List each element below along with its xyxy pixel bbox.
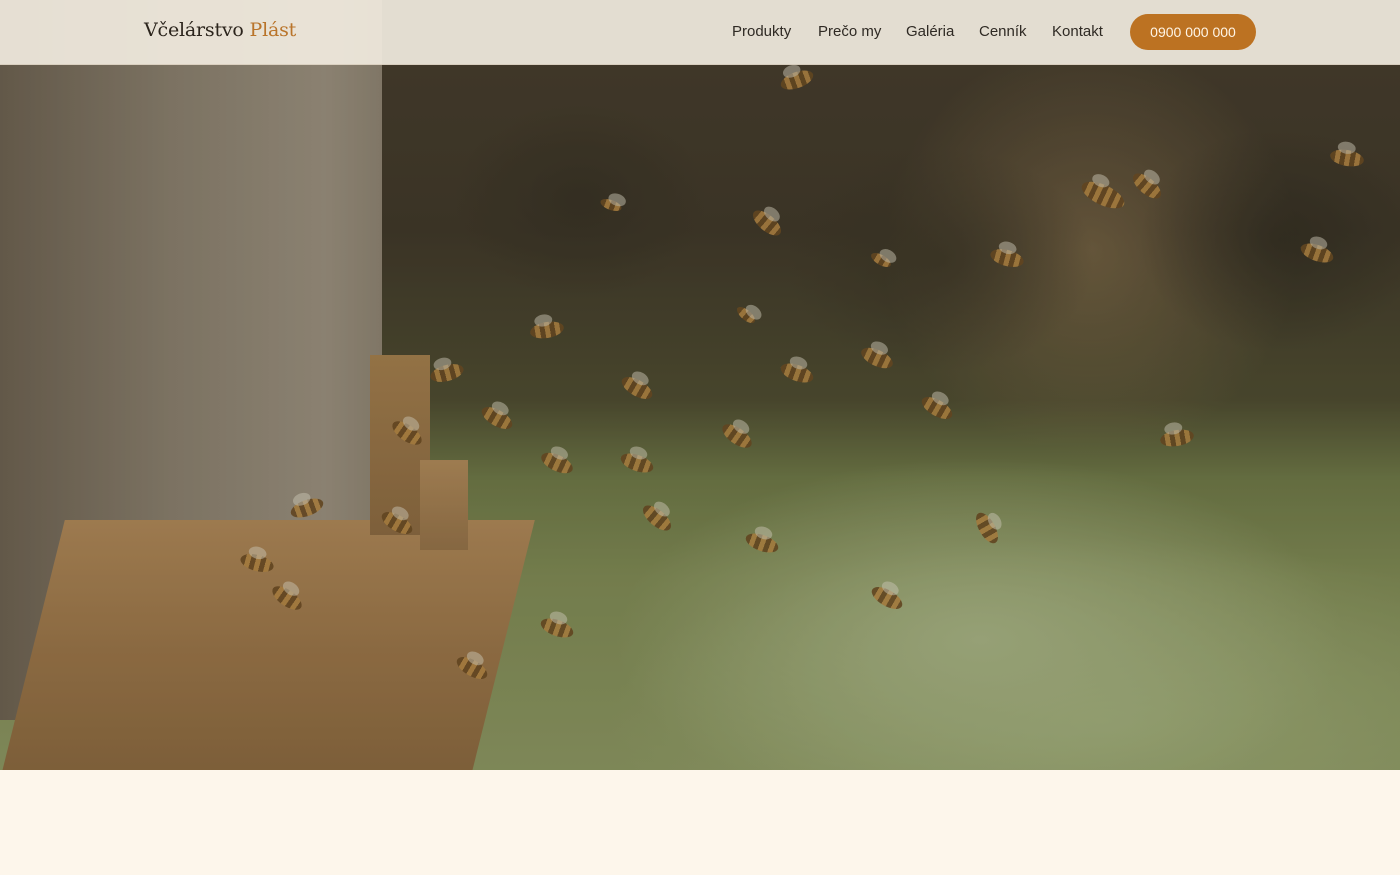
hero-photo [0,0,1400,770]
nav-link-produkty[interactable]: Produkty [732,23,791,40]
hero-overlay [0,0,1400,770]
phone-call-button[interactable]: 0900 000 000 [1130,14,1256,50]
nav-link-preco-my[interactable]: Prečo my [818,23,881,40]
nav-link-cennik[interactable]: Cenník [979,23,1027,40]
nav-link-galeria[interactable]: Galéria [906,23,954,40]
site-header: Včelárstvo Plást Produkty Prečo my Galér… [0,0,1400,65]
nav-link-kontakt[interactable]: Kontakt [1052,23,1103,40]
